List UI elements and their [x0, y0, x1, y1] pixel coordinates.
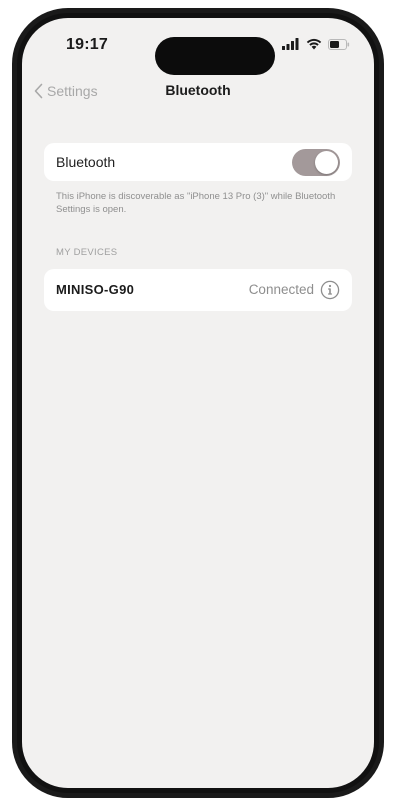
wifi-icon	[306, 38, 322, 50]
screen: 19:17 Settings Bluetooth Bluetooth This …	[22, 18, 374, 788]
bluetooth-label: Bluetooth	[56, 154, 116, 170]
phone-frame: 19:17 Settings Bluetooth Bluetooth This …	[12, 8, 384, 798]
dynamic-island	[155, 37, 275, 75]
device-row[interactable]: MINISO-G90 Connected	[44, 269, 352, 311]
bluetooth-row: Bluetooth	[44, 143, 352, 181]
bluetooth-toggle[interactable]	[292, 149, 340, 176]
toggle-knob	[315, 151, 338, 174]
status-icons	[282, 38, 350, 50]
info-icon	[320, 280, 340, 300]
my-devices-header: MY DEVICES	[56, 247, 118, 258]
status-time: 19:17	[66, 36, 108, 53]
discoverable-footnote: This iPhone is discoverable as "iPhone 1…	[56, 191, 336, 215]
battery-icon	[328, 38, 350, 50]
signal-icon	[282, 38, 299, 50]
page-title: Bluetooth	[165, 82, 231, 98]
device-info-button[interactable]	[320, 280, 340, 300]
device-name: MINISO-G90	[56, 282, 135, 297]
device-status: Connected	[248, 282, 314, 297]
navigation-bar: Settings Bluetooth	[22, 78, 374, 108]
